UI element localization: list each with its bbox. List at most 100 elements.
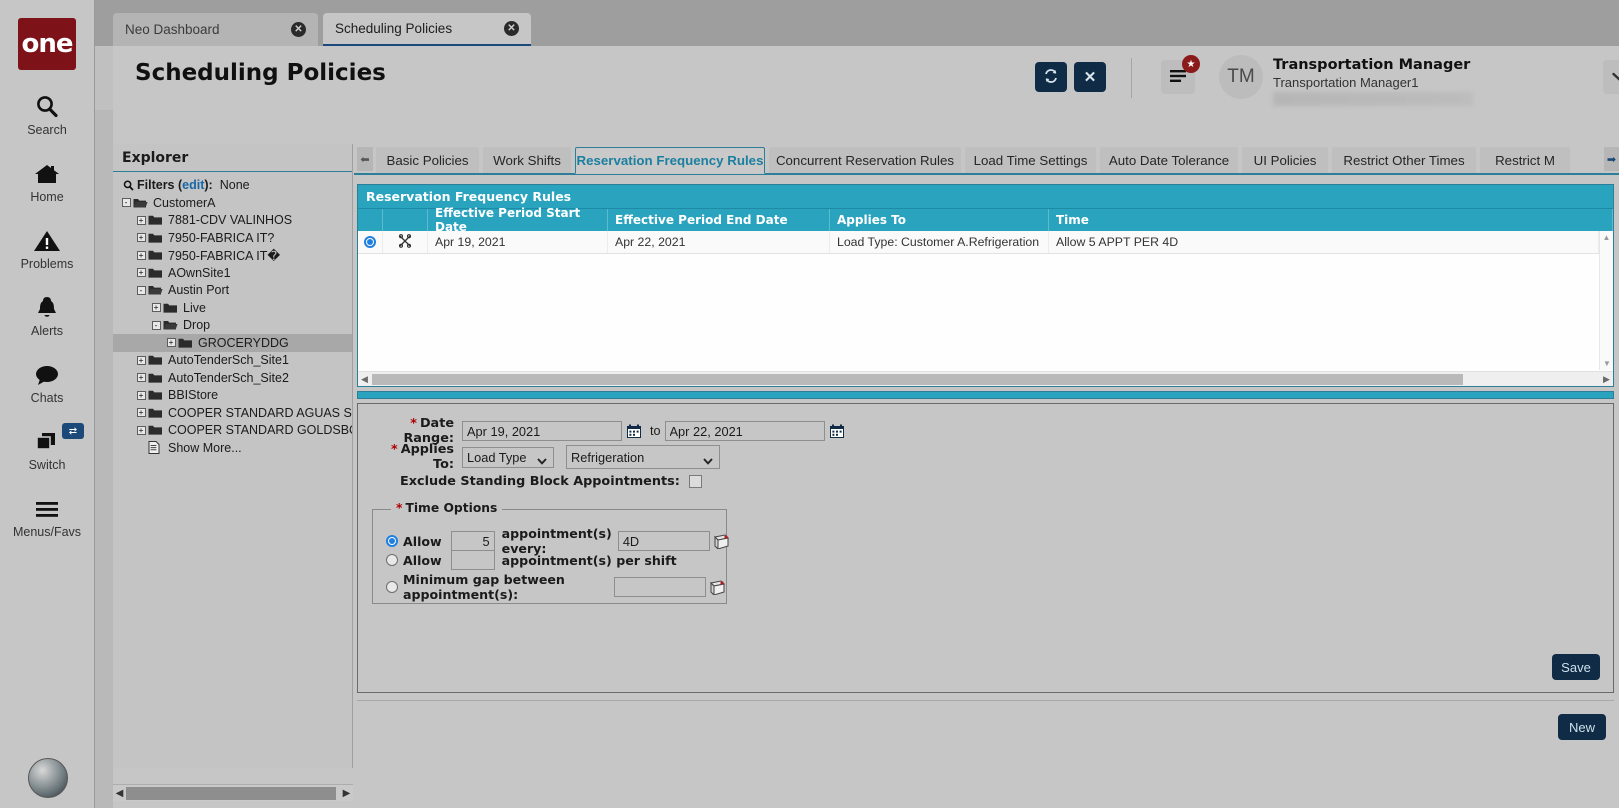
tab-work-shifts[interactable]: Work Shifts: [483, 147, 571, 174]
tree-node[interactable]: -Drop: [113, 317, 352, 335]
tree-node-label: CustomerA: [150, 196, 216, 210]
expand-toggle-icon[interactable]: +: [134, 369, 148, 387]
tree-node[interactable]: +Live: [113, 299, 352, 317]
tree-node[interactable]: +7881-CDV VALINHOS: [113, 212, 352, 230]
appointments-count-input[interactable]: [451, 531, 495, 551]
grid-header-end-date[interactable]: Effective Period End Date: [608, 209, 830, 231]
explorer-horizontal-scrollbar[interactable]: ◀ ▶: [113, 784, 353, 801]
tree-node[interactable]: +COOPER STANDARD AGUAS SEALING (3: [113, 404, 352, 422]
expand-toggle-icon[interactable]: +: [134, 264, 148, 282]
rail-item-switch[interactable]: ⇄ Switch: [0, 427, 94, 472]
tree-node[interactable]: +AutoTenderSch_Site2: [113, 369, 352, 387]
collapse-toggle-icon[interactable]: -: [134, 282, 148, 300]
expand-toggle-icon[interactable]: +: [134, 387, 148, 405]
refresh-button[interactable]: [1035, 62, 1067, 92]
calendar-icon[interactable]: [626, 423, 642, 439]
rail-item-home[interactable]: Home: [0, 159, 94, 204]
expand-toggle-icon[interactable]: +: [134, 422, 148, 440]
close-page-button[interactable]: ✕: [1074, 62, 1106, 92]
tab-restrict-m[interactable]: Restrict M: [1480, 147, 1570, 174]
every-interval-input[interactable]: [618, 531, 710, 551]
date-picker-icon[interactable]: [709, 579, 726, 595]
tab-concurrent-reservation-rules[interactable]: Concurrent Reservation Rules: [769, 147, 961, 174]
filters-edit-link[interactable]: edit: [182, 178, 204, 192]
expand-toggle-icon[interactable]: +: [134, 404, 148, 422]
caret-down-icon[interactable]: ▼: [1600, 357, 1614, 370]
scroll-thumb[interactable]: [126, 787, 336, 800]
user-menu-toggle[interactable]: [1603, 60, 1619, 94]
expand-toggle-icon[interactable]: +: [134, 212, 148, 230]
tree-node[interactable]: +AutoTenderSch_Site1: [113, 352, 352, 370]
tree-node[interactable]: - CustomerA: [113, 194, 352, 212]
option-allow-per-shift-radio[interactable]: [386, 554, 398, 566]
arrow-right-icon[interactable]: ➡: [1604, 147, 1619, 171]
rail-item-chats[interactable]: Chats: [0, 360, 94, 405]
per-shift-count-input[interactable]: [451, 550, 495, 570]
expand-toggle-icon[interactable]: +: [134, 352, 148, 370]
grid-header-start-date[interactable]: Effective Period Start Date: [428, 209, 608, 231]
expand-toggle-icon[interactable]: +: [149, 299, 163, 317]
close-icon[interactable]: ✕: [291, 22, 306, 37]
close-icon[interactable]: ✕: [504, 21, 519, 36]
date-picker-icon[interactable]: [713, 533, 730, 549]
grid-header-time[interactable]: Time: [1049, 209, 1613, 231]
folder-icon: [148, 249, 165, 261]
rail-item-menus-favs[interactable]: Menus/Favs: [0, 494, 94, 539]
tree-node[interactable]: +7950-FABRICA IT�: [113, 247, 352, 265]
caret-right-icon[interactable]: ▶: [340, 786, 353, 801]
caret-left-icon[interactable]: ◀: [358, 372, 371, 386]
app-logo[interactable]: one: [18, 18, 76, 70]
tree-node[interactable]: +7950-FABRICA IT?: [113, 229, 352, 247]
tab-restrict-other-times[interactable]: Restrict Other Times: [1332, 147, 1476, 174]
table-row[interactable]: Apr 19, 2021 Apr 22, 2021 Load Type: Cus…: [358, 231, 1599, 254]
option-allow-every-radio[interactable]: [386, 535, 398, 547]
calendar-icon[interactable]: [829, 423, 845, 439]
rail-item-search[interactable]: Search: [0, 92, 94, 137]
expand-toggle-icon[interactable]: +: [134, 229, 148, 247]
rail-item-alerts[interactable]: Alerts: [0, 293, 94, 338]
caret-left-icon[interactable]: ◀: [113, 786, 126, 801]
tree-node[interactable]: +AOwnSite1: [113, 264, 352, 282]
caret-up-icon[interactable]: ▲: [1600, 231, 1613, 244]
tree-node[interactable]: +BBIStore: [113, 387, 352, 405]
browser-tab-scheduling-policies[interactable]: Scheduling Policies ✕: [323, 13, 531, 46]
scissors-cut-icon[interactable]: [398, 234, 412, 251]
globe-avatar-icon[interactable]: [28, 758, 68, 798]
minimum-gap-input[interactable]: [614, 577, 706, 597]
explorer-tree[interactable]: -CustomerA+7881-CDV VALINHOS+7950-FABRIC…: [113, 194, 352, 768]
tab-reservation-frequency-rules[interactable]: Reservation Frequency Rules: [575, 147, 765, 174]
tree-node[interactable]: Show More...: [113, 439, 352, 457]
tab-auto-date-tolerance[interactable]: Auto Date Tolerance: [1100, 147, 1238, 174]
tree-node[interactable]: +GROCERYDDG: [113, 334, 352, 352]
arrow-left-icon[interactable]: ⬅: [357, 147, 373, 171]
option-minimum-gap-radio[interactable]: [386, 581, 398, 593]
swap-arrows-icon[interactable]: ⇄: [62, 423, 84, 439]
save-button[interactable]: Save: [1552, 654, 1600, 680]
scroll-thumb[interactable]: [372, 374, 1463, 385]
grid-horizontal-scrollbar[interactable]: ◀ ▶: [358, 371, 1613, 386]
date-from-input[interactable]: [462, 421, 622, 441]
grid-vertical-scrollbar[interactable]: ▲ ▼: [1599, 231, 1613, 370]
caret-right-icon[interactable]: ▶: [1600, 372, 1613, 386]
row-action-cell[interactable]: [383, 231, 428, 253]
row-select-radio[interactable]: [358, 231, 383, 253]
collapse-toggle-icon[interactable]: -: [119, 194, 133, 212]
applies-to-value-select[interactable]: Refrigeration: [566, 445, 720, 469]
expand-toggle-icon[interactable]: +: [134, 247, 148, 265]
new-button[interactable]: New: [1558, 714, 1606, 740]
tab-ui-policies[interactable]: UI Policies: [1242, 147, 1328, 174]
tab-basic-policies[interactable]: Basic Policies: [376, 147, 479, 174]
exclude-standing-block-checkbox[interactable]: [689, 475, 702, 488]
rail-item-problems[interactable]: Problems: [0, 226, 94, 271]
tree-node[interactable]: -Austin Port: [113, 282, 352, 300]
grid-header-applies-to[interactable]: Applies To: [830, 209, 1049, 231]
home-icon: [0, 159, 94, 189]
tree-node[interactable]: +COOPER STANDARD GOLDSBORO: [113, 422, 352, 440]
expand-toggle-icon[interactable]: +: [164, 334, 178, 352]
applies-to-type-select[interactable]: Load Type: [462, 447, 554, 468]
date-to-input[interactable]: [665, 421, 825, 441]
tab-load-time-settings[interactable]: Load Time Settings: [965, 147, 1096, 174]
browser-tab-neo-dashboard[interactable]: Neo Dashboard ✕: [113, 13, 318, 46]
avatar[interactable]: TM: [1219, 55, 1263, 99]
collapse-toggle-icon[interactable]: -: [149, 317, 163, 335]
